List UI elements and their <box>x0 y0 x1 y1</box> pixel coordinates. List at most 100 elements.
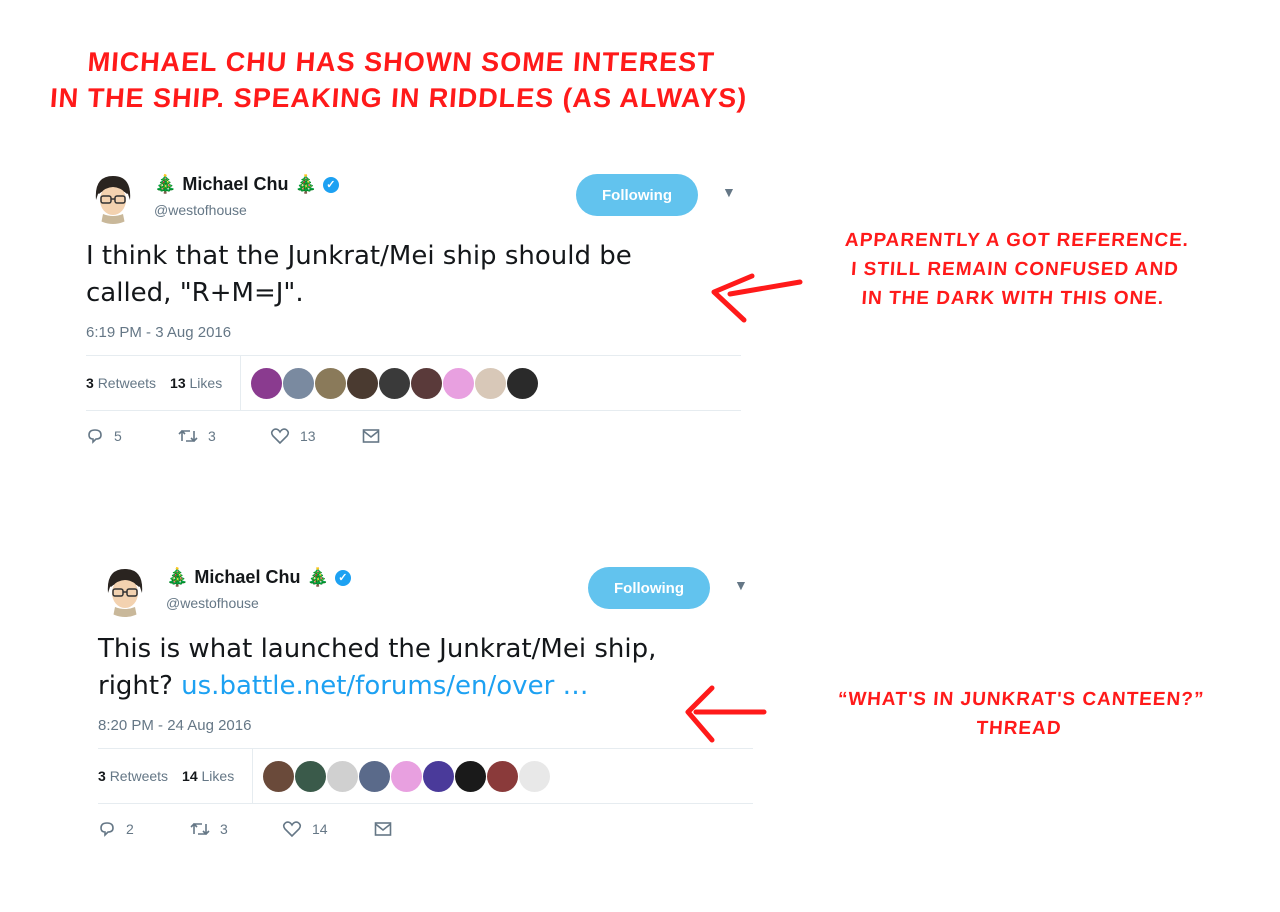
tweet-text: I think that the Junkrat/Mei ship should… <box>86 238 746 312</box>
tweet-card-1: 🎄 Michael Chu 🎄 ✓ @westofhouse Following… <box>86 170 746 445</box>
liker-avatar[interactable] <box>347 367 379 399</box>
retweets-stat[interactable]: 3 Retweets <box>98 768 168 784</box>
liker-avatar[interactable] <box>475 367 507 399</box>
display-name[interactable]: Michael Chu <box>194 567 300 588</box>
message-icon <box>374 822 392 836</box>
handle[interactable]: @westofhouse <box>166 595 259 611</box>
liker-avatar[interactable] <box>443 367 475 399</box>
liker-avatar[interactable] <box>283 367 315 399</box>
liker-avatar[interactable] <box>487 760 519 792</box>
like-icon <box>270 428 290 445</box>
annotation-arrow-1 <box>711 273 803 323</box>
liker-avatars <box>251 367 539 399</box>
reply-count: 5 <box>114 428 122 444</box>
liker-avatar[interactable] <box>519 760 551 792</box>
retweet-button[interactable]: 3 <box>190 820 282 838</box>
timestamp[interactable]: 6:19 PM - 3 Aug 2016 <box>86 324 746 341</box>
retweets-label: Retweets <box>97 375 157 391</box>
action-bar: 5 3 13 <box>86 427 746 445</box>
annotation-title: MICHAEL CHU HAS SHOWN SOME INTEREST IN T… <box>0 44 803 116</box>
title-line-1: MICHAEL CHU HAS SHOWN SOME INTEREST <box>86 47 716 77</box>
retweet-count: 3 <box>220 821 228 837</box>
likes-count: 13 <box>170 375 186 391</box>
like-count: 13 <box>300 428 316 444</box>
note-1-line-3: IN THE DARK WITH THIS ONE. <box>860 288 1165 309</box>
tweet-text: This is what launched the Junkrat/Mei sh… <box>98 631 758 705</box>
handle[interactable]: @westofhouse <box>154 202 247 218</box>
likes-stat[interactable]: 14 Likes <box>182 768 234 784</box>
liker-avatar[interactable] <box>455 760 487 792</box>
tweet-link[interactable]: us.battle.net/forums/en/over … <box>181 671 588 701</box>
divider <box>252 749 254 803</box>
avatar[interactable] <box>98 563 152 617</box>
liker-avatar[interactable] <box>411 367 443 399</box>
liker-avatar[interactable] <box>359 760 391 792</box>
chevron-down-icon[interactable]: ▼ <box>722 184 736 200</box>
likes-label: Likes <box>189 375 223 391</box>
note-2-line-2: THREAD <box>975 718 1063 739</box>
avatar[interactable] <box>86 170 140 224</box>
liker-avatars <box>263 760 551 792</box>
following-button[interactable]: Following <box>588 567 710 609</box>
retweets-count: 3 <box>98 768 106 784</box>
following-button[interactable]: Following <box>576 174 698 216</box>
tweet-text-word: right? <box>98 671 173 701</box>
divider <box>240 356 242 410</box>
timestamp[interactable]: 8:20 PM - 24 Aug 2016 <box>98 717 758 734</box>
reply-button[interactable]: 2 <box>98 820 190 838</box>
liker-avatar[interactable] <box>263 760 295 792</box>
retweet-button[interactable]: 3 <box>178 427 270 445</box>
note-2-line-1: “WHAT'S IN JUNKRAT'S CANTEEN?” <box>836 689 1206 710</box>
reply-button[interactable]: 5 <box>86 427 178 445</box>
verified-icon: ✓ <box>322 176 339 193</box>
tree-icon: 🎄 <box>294 174 317 194</box>
retweet-icon <box>190 822 210 836</box>
liker-avatar[interactable] <box>391 760 423 792</box>
liker-avatar[interactable] <box>251 367 283 399</box>
likes-stat[interactable]: 13 Likes <box>170 375 222 391</box>
tweet-text-line-1: This is what launched the Junkrat/Mei sh… <box>98 634 657 664</box>
like-count: 14 <box>312 821 328 837</box>
message-icon <box>362 429 380 443</box>
chevron-down-icon[interactable]: ▼ <box>734 577 748 593</box>
reply-icon <box>100 822 114 837</box>
tweet-text-line-1: I think that the Junkrat/Mei ship should… <box>86 241 632 271</box>
note-1-line-1: APPARENTLY A GOT REFERENCE. <box>844 230 1190 251</box>
liker-avatar[interactable] <box>295 760 327 792</box>
annotation-note-1: APPARENTLY A GOT REFERENCE. I STILL REMA… <box>787 226 1243 313</box>
reply-count: 2 <box>126 821 134 837</box>
liker-avatar[interactable] <box>379 367 411 399</box>
tree-icon: 🎄 <box>306 567 329 587</box>
like-icon <box>282 821 302 838</box>
tree-icon: 🎄 <box>154 174 177 194</box>
verified-icon: ✓ <box>334 569 351 586</box>
annotation-arrow-2 <box>685 685 767 743</box>
retweet-icon <box>178 429 198 443</box>
retweets-label: Retweets <box>109 768 169 784</box>
like-button[interactable]: 14 <box>282 820 374 838</box>
liker-avatar[interactable] <box>327 760 359 792</box>
stats-row: 3 Retweets 14 Likes <box>98 748 753 804</box>
tweet-text-line-2: called, "R+M=J". <box>86 278 304 308</box>
retweets-count: 3 <box>86 375 94 391</box>
annotation-note-2: “WHAT'S IN JUNKRAT'S CANTEEN?” THREAD <box>788 685 1252 743</box>
note-1-line-2: I STILL REMAIN CONFUSED AND <box>850 259 1180 280</box>
liker-avatar[interactable] <box>315 367 347 399</box>
message-button[interactable] <box>374 821 466 837</box>
title-line-2: IN THE SHIP. SPEAKING IN RIDDLES (AS ALW… <box>49 83 749 113</box>
tweet-text-line-2: right? us.battle.net/forums/en/over … <box>98 668 758 705</box>
liker-avatar[interactable] <box>423 760 455 792</box>
likes-label: Likes <box>201 768 235 784</box>
tweet-card-2: 🎄 Michael Chu 🎄 ✓ @westofhouse Following… <box>98 563 758 838</box>
action-bar: 2 3 14 <box>98 820 758 838</box>
display-name[interactable]: Michael Chu <box>182 174 288 195</box>
likes-count: 14 <box>182 768 198 784</box>
stats-row: 3 Retweets 13 Likes <box>86 355 741 411</box>
reply-icon <box>88 429 102 444</box>
tree-icon: 🎄 <box>166 567 189 587</box>
retweet-count: 3 <box>208 428 216 444</box>
retweets-stat[interactable]: 3 Retweets <box>86 375 156 391</box>
message-button[interactable] <box>362 428 454 444</box>
like-button[interactable]: 13 <box>270 427 362 445</box>
liker-avatar[interactable] <box>507 367 539 399</box>
